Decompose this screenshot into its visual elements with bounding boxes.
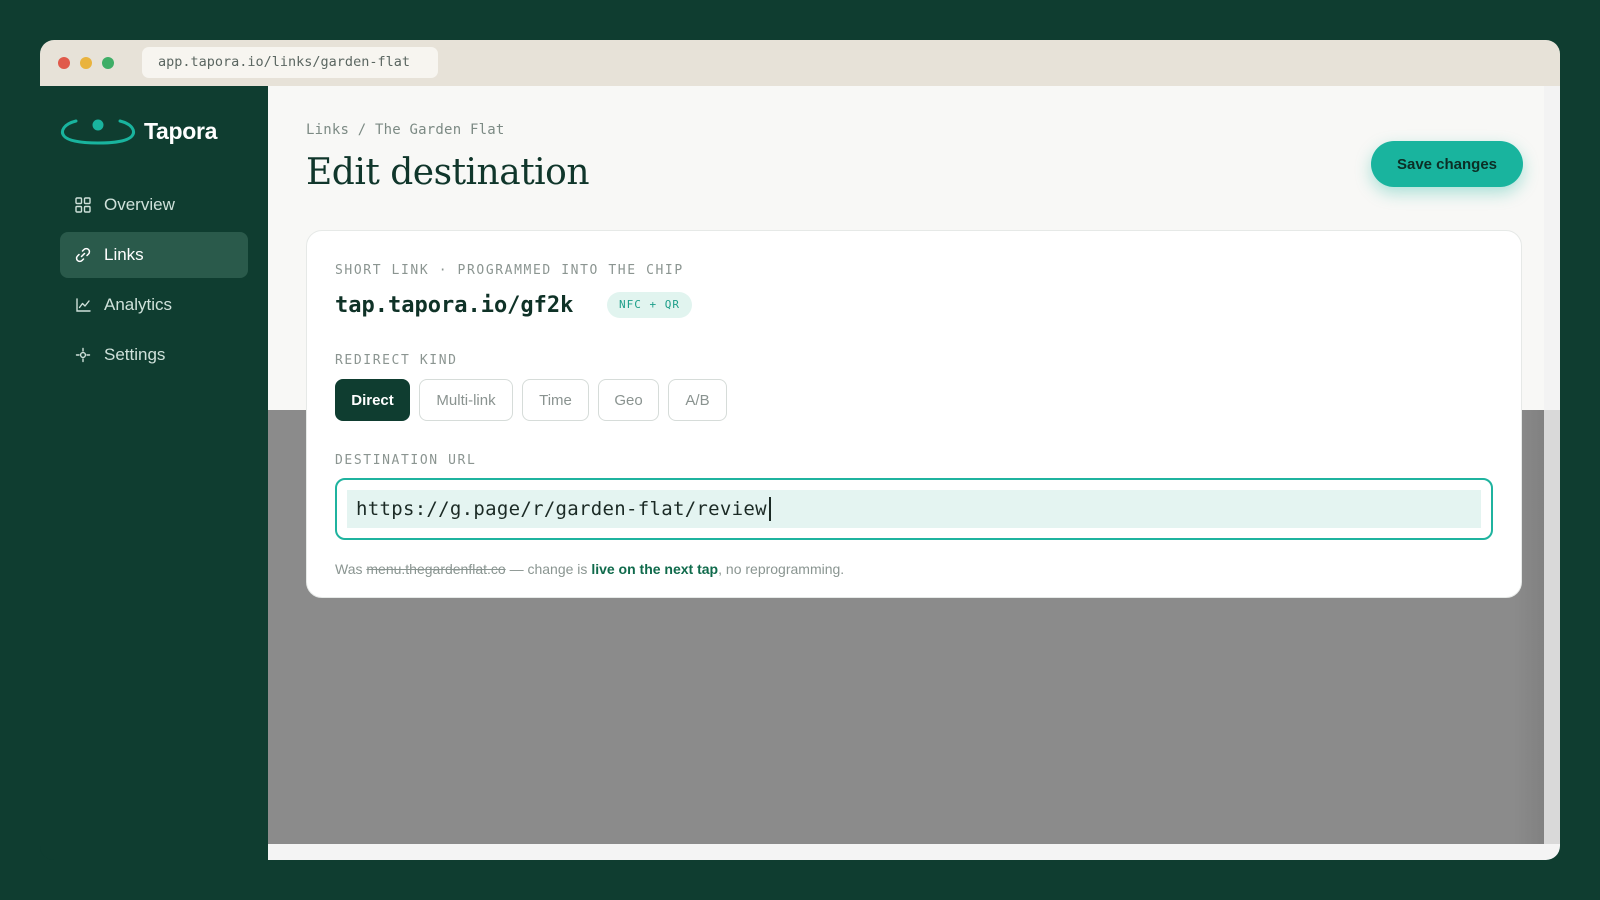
- destination-url-field[interactable]: [335, 478, 1493, 540]
- tapora-logo-icon: [61, 119, 135, 145]
- browser-titlebar: app.tapora.io/links/garden-flat: [40, 40, 1560, 86]
- destination-url-input[interactable]: [347, 490, 1481, 528]
- close-window-button[interactable]: [58, 57, 70, 69]
- hint-prefix: Was: [335, 561, 367, 577]
- page-title: Edit destination: [306, 152, 590, 193]
- bottom-edge: [268, 844, 1560, 860]
- app-window: app.tapora.io/links/garden-flat Tapora O…: [40, 40, 1560, 860]
- address-bar[interactable]: app.tapora.io/links/garden-flat: [142, 47, 438, 78]
- destination-card: SHORT LINK · PROGRAMMED INTO THE CHIP ta…: [306, 230, 1522, 598]
- sidebar-item-overview[interactable]: Overview: [60, 182, 248, 228]
- sidebar-item-label: Analytics: [104, 295, 173, 314]
- breadcrumb: Links / The Garden Flat: [306, 122, 505, 138]
- hint-middle: — change is: [505, 561, 592, 577]
- brand[interactable]: Tapora: [60, 114, 217, 148]
- hint-emphasis: live on the next tap: [591, 561, 719, 577]
- short-link-value: tap.tapora.io/gf2k: [335, 293, 574, 318]
- chart-icon: [76, 298, 91, 312]
- sidebar: Tapora Overview Links Analytics Settings: [40, 86, 268, 860]
- previous-url: menu.thegardenflat.co: [366, 561, 506, 577]
- sidebar-item-analytics[interactable]: Analytics: [60, 282, 248, 328]
- redirect-option-geo[interactable]: Geo: [598, 379, 659, 421]
- sidebar-item-links[interactable]: Links: [60, 232, 248, 278]
- maximize-window-button[interactable]: [102, 57, 114, 69]
- redirect-kind-label: REDIRECT KIND: [335, 353, 458, 368]
- short-link-label: SHORT LINK · PROGRAMMED INTO THE CHIP: [335, 263, 684, 278]
- sidebar-item-settings[interactable]: Settings: [60, 332, 248, 378]
- grid-icon: [75, 197, 91, 213]
- save-changes-button[interactable]: Save changes: [1371, 141, 1523, 187]
- sidebar-item-label: Settings: [104, 345, 166, 364]
- sidebar-nav: Overview Links Analytics Settings: [60, 182, 248, 382]
- text-caret: [769, 497, 771, 521]
- redirect-option-direct[interactable]: Direct: [335, 379, 410, 421]
- redirect-option-time[interactable]: Time: [522, 379, 589, 421]
- gear-icon: [75, 347, 91, 363]
- brand-name: Tapora: [144, 117, 218, 144]
- redirect-option-ab[interactable]: A/B: [668, 379, 727, 421]
- sidebar-item-label: Links: [104, 245, 144, 264]
- destination-url-label: DESTINATION URL: [335, 453, 477, 468]
- hint-suffix: , no reprogramming.: [718, 561, 845, 577]
- sidebar-item-label: Overview: [104, 195, 175, 214]
- redirect-option-multi-link[interactable]: Multi-link: [419, 379, 513, 421]
- minimize-window-button[interactable]: [80, 57, 92, 69]
- change-hint: Was menu.thegardenflat.co — change is li…: [335, 561, 844, 577]
- nfc-qr-badge: NFC + QR: [607, 292, 692, 318]
- link-icon: [75, 247, 91, 263]
- scrollbar-thumb[interactable]: [1544, 86, 1560, 410]
